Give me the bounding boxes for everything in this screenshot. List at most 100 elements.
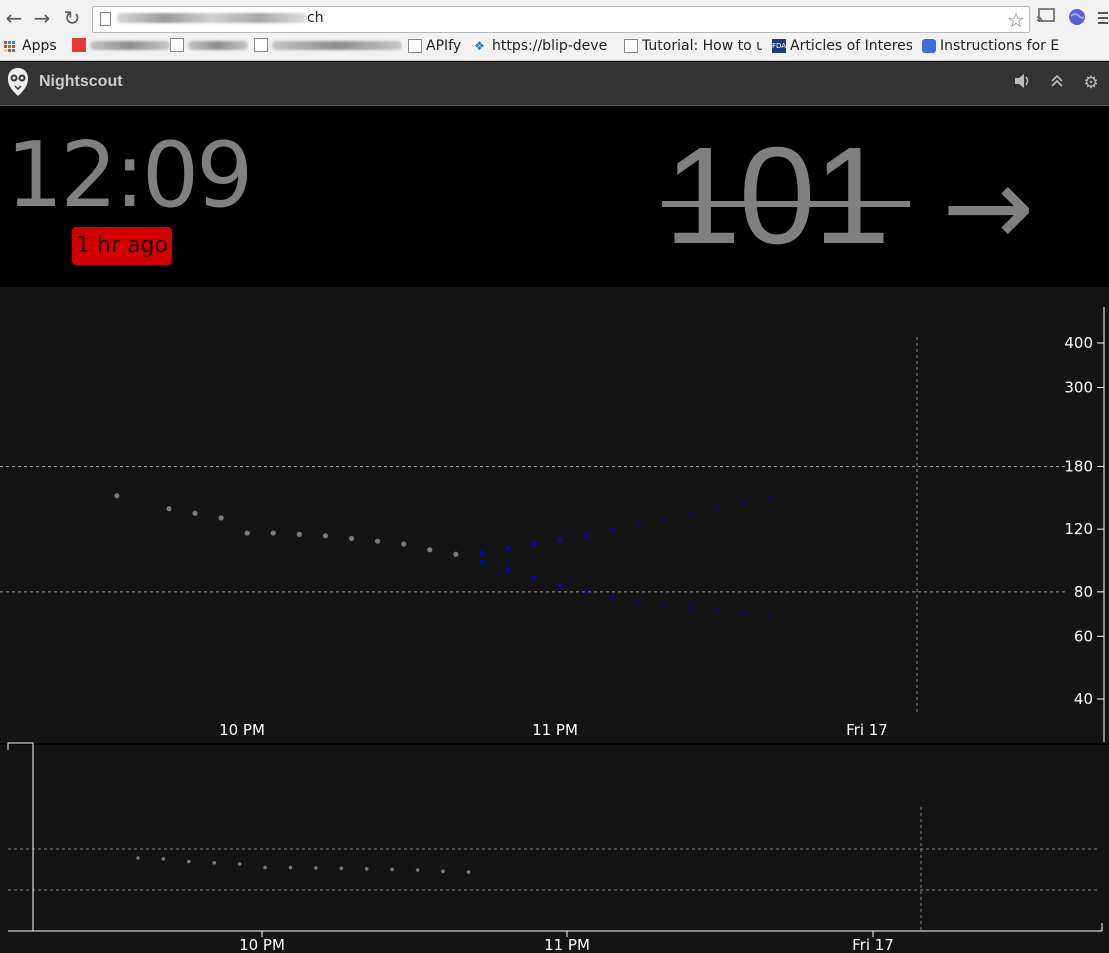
redacted-url — [117, 13, 307, 23]
bg-reading-point — [453, 551, 459, 557]
forecast-point — [635, 521, 642, 527]
forecast-point — [557, 583, 563, 589]
forecast-point — [505, 567, 511, 573]
y-tick-label: 80 — [1074, 583, 1093, 601]
cast-icon[interactable] — [1036, 8, 1056, 28]
bg-reading-point — [401, 541, 407, 547]
gear-icon[interactable]: ⚙ — [1081, 73, 1101, 93]
forecast-point — [714, 504, 720, 511]
bg-reading-point — [218, 515, 224, 521]
bookmark-redacted-2[interactable] — [170, 38, 248, 52]
x-tick-label: 11 PM — [532, 721, 578, 739]
bookmark-articles[interactable]: FDA Articles of Interes — [772, 38, 912, 54]
forecast-point — [635, 599, 642, 605]
chevron-up-double-icon[interactable] — [1047, 73, 1067, 93]
bg-reading-point — [244, 530, 250, 536]
nav-x-tick-label: 11 PM — [544, 936, 590, 953]
forecast-point — [740, 609, 746, 616]
gear-badge-icon — [922, 39, 936, 53]
nav-reading-point — [441, 869, 445, 873]
redacted-label — [188, 40, 248, 50]
bg-reading-point — [114, 493, 120, 499]
y-tick-label: 40 — [1074, 690, 1093, 708]
bookmark-apify[interactable]: APIfy — [408, 38, 466, 54]
nav-reading-point — [136, 856, 140, 860]
bookmark-blip[interactable]: ❖ https://blip-deve — [474, 38, 612, 54]
y-tick-label: 60 — [1074, 627, 1093, 645]
url-text[interactable]: ch — [117, 10, 324, 26]
brush-handle — [7, 742, 34, 931]
forecast-point — [714, 607, 720, 613]
nav-reading-point — [415, 868, 420, 872]
forecast-point — [661, 603, 668, 609]
menu-icon[interactable] — [1098, 10, 1108, 29]
nav-reading-point — [187, 859, 191, 864]
forecast-point — [688, 510, 694, 516]
page-icon — [624, 39, 638, 53]
forecast-point — [609, 526, 615, 532]
bg-reading-point — [270, 530, 276, 536]
chart-area[interactable]: 400 300 180 120 80 60 40 10 PM 11 PM Fri 17 10 PM 1… — [0, 287, 1109, 953]
nav-x-tick-label: Fri 17 — [852, 936, 894, 953]
bg-reading-point — [322, 533, 329, 539]
forecast-point — [505, 545, 511, 551]
bookmark-instructions[interactable]: Instructions for E — [922, 38, 1062, 54]
address-bar[interactable]: ch ☆ — [92, 6, 1030, 33]
current-time: 12:09 — [6, 123, 253, 228]
nightscout-owl-icon — [8, 68, 28, 96]
back-arrow-icon[interactable]: ← — [2, 6, 26, 30]
forecast-point — [766, 612, 772, 618]
forecast-point — [661, 516, 668, 522]
bg-reading-point — [166, 506, 172, 512]
forecast-point — [531, 541, 537, 547]
app-header: Nightscout ⚙ — [0, 62, 1109, 106]
x-tick-label: 10 PM — [219, 721, 265, 739]
bookmark-redacted-1[interactable] — [72, 38, 170, 52]
bookmark-tutorial[interactable]: Tutorial: How to u — [624, 38, 762, 54]
forecast-point — [688, 605, 694, 611]
bookmark-star-icon[interactable]: ☆ — [1007, 8, 1025, 32]
profile-globe-icon[interactable] — [1068, 8, 1086, 30]
bg-chart-svg[interactable]: 400 300 180 120 80 60 40 10 PM 11 PM Fri 17 10 PM 1… — [0, 287, 1109, 953]
redacted-label — [272, 40, 402, 50]
nav-reading-point — [339, 866, 344, 870]
nav-reading-point — [390, 867, 394, 872]
y-tick-label: 400 — [1064, 334, 1093, 352]
apps-grid-icon — [4, 40, 18, 52]
nav-x-tick-label: 10 PM — [239, 936, 285, 953]
browser-toolbar: ← → ↻ ch ☆ Apps APIfy ❖ https://blip-dev… — [0, 0, 1109, 61]
x-tick-label: Fri 17 — [846, 721, 888, 739]
nav-reading-point — [314, 866, 318, 870]
page-icon — [408, 39, 422, 53]
bg-reading-point — [375, 538, 381, 544]
forecast-point — [531, 574, 537, 580]
y-tick-label: 120 — [1064, 520, 1093, 538]
stale-strikethrough — [662, 201, 910, 207]
forecast-point — [766, 494, 772, 500]
forecast-point — [479, 550, 485, 556]
redacted-label — [90, 40, 170, 50]
forecast-point — [583, 589, 589, 595]
nav-reading-point — [364, 867, 369, 871]
fda-icon: FDA — [772, 39, 786, 53]
reload-icon[interactable]: ↻ — [60, 6, 84, 30]
forecast-point — [479, 559, 485, 565]
nav-reading-point — [466, 870, 471, 874]
app-title: Nightscout — [39, 73, 123, 90]
nav-reading-point — [237, 862, 242, 866]
bookmark-apps[interactable]: Apps — [4, 38, 57, 54]
y-tick-label: 300 — [1064, 378, 1093, 396]
nav-reading-point — [263, 865, 267, 870]
diamond-arrows-icon: ❖ — [474, 39, 485, 53]
bookmark-redacted-3[interactable] — [254, 38, 402, 52]
forward-arrow-icon[interactable]: → — [30, 6, 54, 30]
bg-reading-point — [192, 510, 198, 516]
current-bg-value: 101 — [664, 119, 890, 273]
trend-arrow-icon: → — [942, 143, 1035, 271]
page-icon — [100, 12, 111, 26]
forecast-point — [740, 499, 746, 505]
forecast-point — [557, 537, 563, 543]
forecast-point — [609, 595, 615, 601]
speaker-icon[interactable] — [1013, 73, 1033, 93]
page-icon — [170, 38, 184, 52]
